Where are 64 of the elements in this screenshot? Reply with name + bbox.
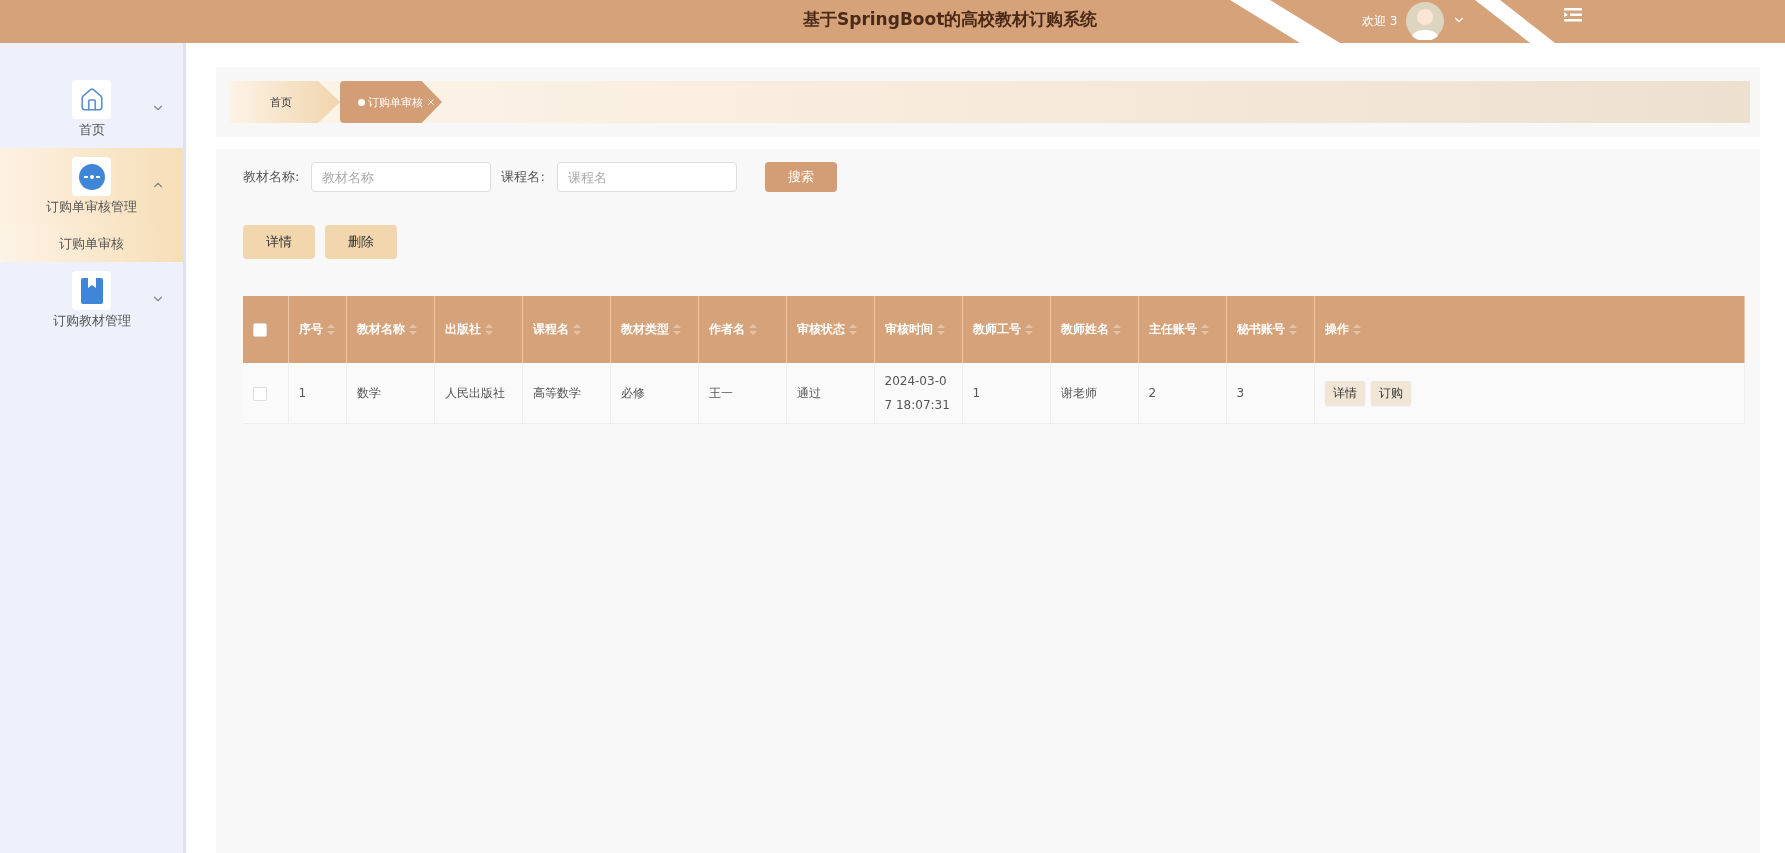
field-label: 教材名称: [243,168,300,186]
row-checkbox[interactable] [253,386,267,401]
sort-icon[interactable] [408,324,417,335]
sidebar-item[interactable]: 订购单审核管理 [0,148,183,225]
table-cell: 数学 [346,363,434,424]
sort-icon[interactable] [326,324,335,335]
dot-icon [358,98,365,106]
avatar-icon[interactable] [1406,2,1444,40]
table-header-cell[interactable]: 教材类型 [610,296,698,363]
table-header-cell[interactable]: 教师工号 [962,296,1050,363]
row-action-button[interactable]: 详情 [1324,381,1365,406]
sort-icon[interactable] [936,324,945,335]
table-header-cell[interactable]: 教师姓名 [1050,296,1138,363]
breadcrumb-tab[interactable]: 首页 [230,81,340,123]
table-header-cell[interactable]: 作者名 [698,296,786,363]
table-header-cell[interactable]: 审核时间 [874,296,962,363]
home-icon [78,86,105,113]
table-header-cell[interactable]: 主任账号 [1138,296,1226,363]
sort-icon[interactable] [1024,324,1033,335]
sort-icon[interactable] [848,324,857,335]
sort-icon[interactable] [748,324,757,335]
table-header-cell[interactable]: 序号 [288,296,346,363]
table-cell: 通过 [786,363,874,424]
table-cell: 1 [962,363,1050,424]
menu-icon[interactable] [1564,6,1582,24]
close-icon[interactable] [426,97,436,107]
sort-icon[interactable] [1200,324,1209,335]
table-header-cell[interactable]: 课程名 [522,296,610,363]
app-title: 基于SpringBoot的高校教材订购系统 [803,8,1098,31]
search-button[interactable]: 搜索 [764,162,837,192]
search-field[interactable]: 教材名称 [311,162,492,192]
bookmark-icon [80,277,103,304]
select-all-checkbox[interactable] [253,322,267,337]
action-button[interactable]: 删除 [325,225,397,259]
table-cell: 高等数学 [522,363,610,424]
action-button[interactable]: 详情 [243,225,315,259]
table-cell: 2 [1138,363,1226,424]
sidebar-item[interactable]: 订购教材管理 [0,262,183,339]
table-cell: 王一 [698,363,786,424]
sort-icon[interactable] [1288,324,1297,335]
table-cell: 谢老师 [1050,363,1138,424]
more-icon [78,163,105,190]
table-header-cell[interactable]: 教材名称 [346,296,434,363]
sort-icon[interactable] [1112,324,1121,335]
row-action-button[interactable]: 订购 [1370,381,1411,406]
table-header-cell[interactable]: 出版社 [434,296,522,363]
welcome-text: 欢迎 3 [1362,13,1398,30]
sort-icon[interactable] [572,324,581,335]
search-field[interactable]: 课程名 [556,162,737,192]
table-cell: 1 [288,363,346,424]
table-header-cell[interactable]: 秘书账号 [1226,296,1314,363]
table-cell: 人民出版社 [434,363,522,424]
breadcrumb-tab[interactable]: 订购单审核 [340,81,442,123]
table-header-cell[interactable]: 审核状态 [786,296,874,363]
sort-icon[interactable] [484,324,493,335]
table-cell: 必修 [610,363,698,424]
table-header-cell[interactable]: 操作 [1314,296,1745,363]
sort-icon[interactable] [672,324,681,335]
table-cell: 3 [1226,363,1314,424]
sidebar-item[interactable]: 首页 [0,71,183,148]
field-label: 课程名: [501,168,545,186]
sidebar-subitem[interactable]: 订购单审核 [0,225,183,262]
table-cell: 2024-03-07 18:07:31 [874,363,962,424]
sort-icon[interactable] [1352,324,1361,335]
